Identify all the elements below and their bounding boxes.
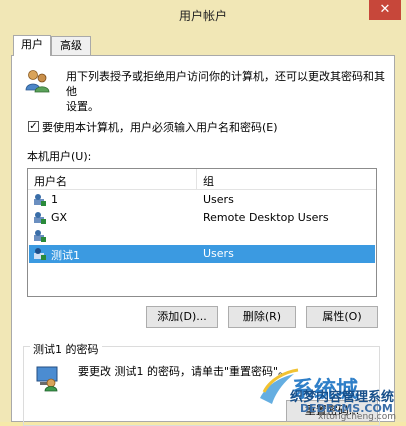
users-list[interactable]: 用户名 组 1 Users GX Remote Desktop Users 测试… xyxy=(27,168,377,297)
row-username: 1 xyxy=(51,193,58,206)
remove-user-button[interactable]: 删除(R) xyxy=(228,306,296,328)
close-button[interactable]: ✕ xyxy=(369,0,401,20)
reset-password-button[interactable]: 重置密码... xyxy=(286,400,378,422)
column-header-username[interactable]: 用户名 xyxy=(34,173,67,189)
tab-panel-users: 用下列表授予或拒绝用户访问你的计算机，还可以更改其密码和其他 设置。 ✓ 要使用… xyxy=(11,55,395,426)
intro-text-line1: 用下列表授予或拒绝用户访问你的计算机，还可以更改其密码和其他 xyxy=(66,70,385,98)
users-list-header: 用户名 组 xyxy=(28,169,376,190)
row-group: Remote Desktop Users xyxy=(203,211,329,224)
password-instruction: 要更改 测试1 的密码，请单击"重置密码"。 xyxy=(78,365,290,378)
column-separator xyxy=(196,169,197,189)
intro-text-line2: 设置。 xyxy=(66,100,99,113)
table-row[interactable]: GX Remote Desktop Users xyxy=(29,209,375,227)
password-group-title: 测试1 的密码 xyxy=(30,341,102,357)
row-group: Users xyxy=(203,247,234,260)
row-username: 测试1 xyxy=(51,249,80,262)
table-row[interactable]: 1 Users xyxy=(29,191,375,209)
user-icon xyxy=(34,248,46,260)
row-group: Users xyxy=(203,193,234,206)
intro-text: 用下列表授予或拒绝用户访问你的计算机，还可以更改其密码和其他 设置。 xyxy=(66,69,391,114)
user-icon xyxy=(34,194,46,206)
user-icon xyxy=(34,230,46,242)
local-users-label: 本机用户(U): xyxy=(27,150,92,163)
users-icon xyxy=(25,70,50,93)
tab-advanced[interactable]: 高级 xyxy=(51,36,91,55)
table-row[interactable] xyxy=(29,227,375,245)
row-username: GX xyxy=(51,211,68,224)
properties-button[interactable]: 属性(O) xyxy=(306,306,378,328)
window-title: 用户帐户 xyxy=(178,9,227,23)
table-row-selected[interactable]: 测试1 Users xyxy=(29,245,375,263)
require-login-checkbox[interactable]: ✓ xyxy=(28,121,39,132)
user-password-icon xyxy=(36,366,58,392)
title-bar: 用户帐户 ✕ xyxy=(0,0,406,30)
add-user-button[interactable]: 添加(D)... xyxy=(146,306,218,328)
require-login-label[interactable]: 要使用本计算机，用户必须输入用户名和密码(E) xyxy=(42,119,278,135)
tab-users[interactable]: 用户 xyxy=(13,35,51,56)
column-header-group[interactable]: 组 xyxy=(203,173,214,189)
user-accounts-window: 用户帐户 ✕ 用户 高级 用下列表授予或拒绝用户访问你的计算机，还可以更改其密码… xyxy=(0,0,406,426)
user-icon xyxy=(34,212,46,224)
